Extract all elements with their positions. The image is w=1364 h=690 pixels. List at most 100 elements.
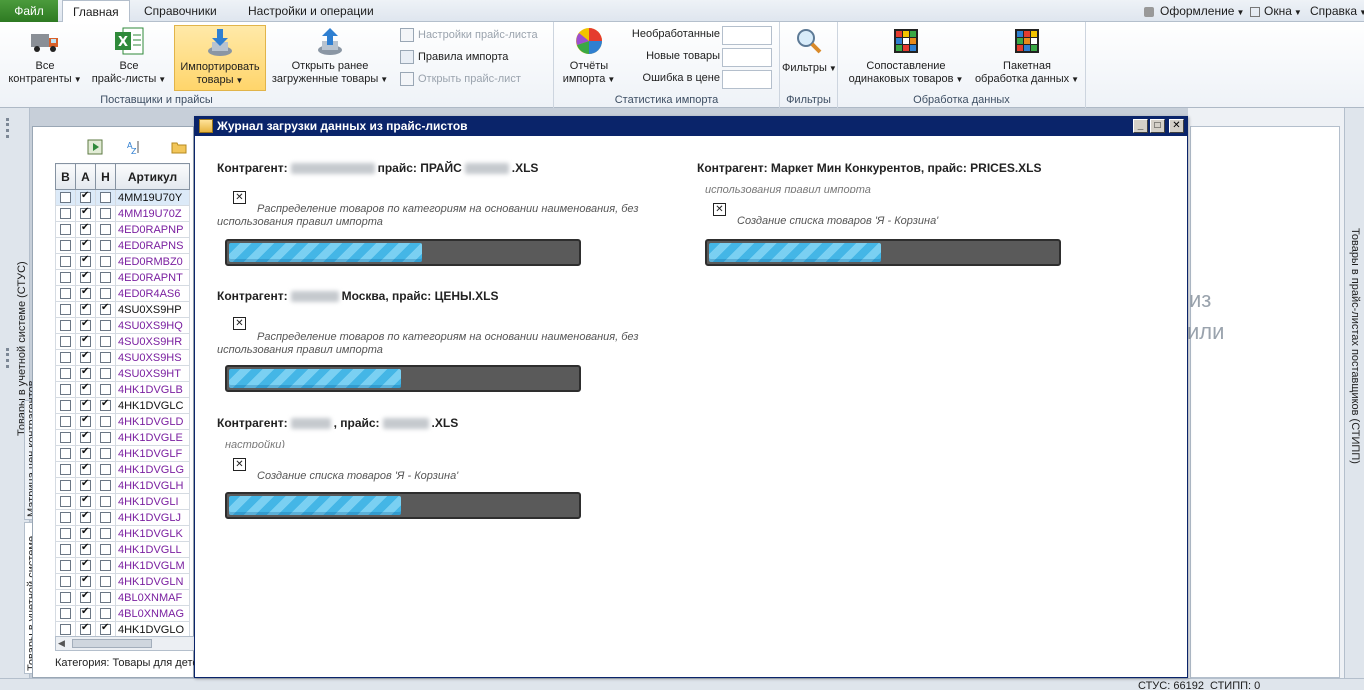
design-menu[interactable]: Оформление ▼ <box>1144 0 1244 22</box>
checkbox-a[interactable] <box>80 558 91 572</box>
stop-icon[interactable]: ✕ <box>233 317 246 330</box>
checkbox-b[interactable] <box>60 512 71 524</box>
table-row[interactable]: 4ED0RAPNT <box>55 269 190 286</box>
checkbox-n[interactable] <box>100 302 111 316</box>
price-list-settings-button[interactable]: Настройки прайс-листа <box>400 26 538 44</box>
table-row[interactable]: 4ED0RMBZ0 <box>55 253 190 270</box>
checkbox-n[interactable] <box>100 192 111 204</box>
checkbox-b[interactable] <box>60 464 71 476</box>
col-header-n[interactable]: Н <box>95 163 116 190</box>
checkbox-b[interactable] <box>60 384 71 396</box>
checkbox-n[interactable] <box>100 608 111 620</box>
table-row[interactable]: 4SU0XS9HT <box>55 365 190 382</box>
minimize-button[interactable]: _ <box>1133 119 1148 133</box>
table-row[interactable]: 4ED0RAPNP <box>55 221 190 238</box>
table-row[interactable]: 4HK1DVGLE <box>55 429 190 446</box>
import-rules-button[interactable]: Правила импорта <box>400 48 508 66</box>
table-row[interactable]: 4HK1DVGLN <box>55 573 190 590</box>
checkbox-b[interactable] <box>60 208 71 220</box>
stop-icon[interactable]: ✕ <box>233 458 246 471</box>
checkbox-b[interactable] <box>60 608 71 620</box>
all-contractors-button[interactable]: Все контрагенты ▼ <box>6 25 84 91</box>
checkbox-a[interactable] <box>80 366 91 380</box>
tab-file[interactable]: Файл <box>0 0 58 22</box>
checkbox-a[interactable] <box>80 350 91 364</box>
checkbox-a[interactable] <box>80 462 91 476</box>
checkbox-n[interactable] <box>100 224 111 236</box>
checkbox-n[interactable] <box>100 336 111 348</box>
checkbox-a[interactable] <box>80 254 91 268</box>
table-row[interactable]: 4MM19U70Z <box>55 205 190 222</box>
checkbox-n[interactable] <box>100 384 111 396</box>
sort-icon[interactable]: AZ <box>125 139 141 156</box>
filters-button[interactable]: Фильтры ▼ <box>782 25 837 91</box>
checkbox-b[interactable] <box>60 352 71 364</box>
table-row[interactable]: 4BL0XNMAG <box>55 605 190 622</box>
checkbox-b[interactable] <box>60 368 71 380</box>
checkbox-n[interactable] <box>100 528 111 540</box>
play-icon[interactable] <box>87 139 103 155</box>
checkbox-b[interactable] <box>60 528 71 540</box>
tab-references[interactable]: Справочники <box>134 0 227 22</box>
checkbox-a[interactable] <box>80 398 91 412</box>
checkbox-b[interactable] <box>60 224 71 236</box>
checkbox-n[interactable] <box>100 560 111 572</box>
checkbox-a[interactable] <box>80 446 91 460</box>
checkbox-a[interactable] <box>80 478 91 492</box>
checkbox-b[interactable] <box>60 336 71 348</box>
checkbox-b[interactable] <box>60 480 71 492</box>
col-header-b[interactable]: В <box>55 163 76 190</box>
table-row[interactable]: 4HK1DVGLH <box>55 477 190 494</box>
checkbox-a[interactable] <box>80 190 91 204</box>
open-price-list-button[interactable]: Открыть прайс-лист <box>400 70 521 88</box>
checkbox-b[interactable] <box>60 592 71 604</box>
checkbox-a[interactable] <box>80 382 91 396</box>
checkbox-n[interactable] <box>100 398 111 412</box>
checkbox-a[interactable] <box>80 318 91 332</box>
checkbox-a[interactable] <box>80 302 91 316</box>
checkbox-a[interactable] <box>80 622 91 636</box>
open-previously-loaded-button[interactable]: Открыть ранее загруженные товары ▼ <box>268 25 392 91</box>
table-row[interactable]: 4HK1DVGLD <box>55 413 190 430</box>
maximize-button[interactable]: □ <box>1150 119 1165 133</box>
table-row[interactable]: 4ED0R4AS6 <box>55 285 190 302</box>
table-row[interactable]: 4HK1DVGLC <box>55 397 190 414</box>
checkbox-b[interactable] <box>60 320 71 332</box>
scroll-left-icon[interactable]: ◀ <box>58 638 65 649</box>
checkbox-a[interactable] <box>80 590 91 604</box>
checkbox-n[interactable] <box>100 622 111 636</box>
col-header-a[interactable]: А <box>75 163 96 190</box>
checkbox-n[interactable] <box>100 256 111 268</box>
table-row[interactable]: 4HK1DVGLL <box>55 541 190 558</box>
checkbox-a[interactable] <box>80 574 91 588</box>
import-reports-button[interactable]: Отчёты импорта ▼ <box>558 25 620 91</box>
table-row[interactable]: 4HK1DVGLM <box>55 557 190 574</box>
checkbox-a[interactable] <box>80 238 91 252</box>
import-goods-button[interactable]: Импортировать товары ▼ <box>174 25 266 91</box>
checkbox-a[interactable] <box>80 334 91 348</box>
stop-icon[interactable]: ✕ <box>713 203 726 216</box>
horizontal-scrollbar[interactable]: ◀ <box>55 636 195 651</box>
help-menu[interactable]: Справка ▼ <box>1310 0 1364 22</box>
checkbox-b[interactable] <box>60 256 71 268</box>
checkbox-b[interactable] <box>60 624 71 636</box>
checkbox-a[interactable] <box>80 270 91 284</box>
checkbox-n[interactable] <box>100 592 111 604</box>
tab-home[interactable]: Главная <box>62 0 130 23</box>
checkbox-a[interactable] <box>80 526 91 540</box>
checkbox-b[interactable] <box>60 304 71 316</box>
checkbox-b[interactable] <box>60 192 71 204</box>
checkbox-a[interactable] <box>80 286 91 300</box>
checkbox-b[interactable] <box>60 416 71 428</box>
checkbox-b[interactable] <box>60 400 71 412</box>
checkbox-n[interactable] <box>100 352 111 364</box>
checkbox-a[interactable] <box>80 430 91 444</box>
table-row[interactable]: 4SU0XS9HS <box>55 349 190 366</box>
checkbox-n[interactable] <box>100 496 111 508</box>
checkbox-n[interactable] <box>100 464 111 476</box>
dialog-titlebar[interactable]: Журнал загрузки данных из прайс-листов _… <box>195 117 1187 136</box>
checkbox-n[interactable] <box>100 272 111 284</box>
checkbox-a[interactable] <box>80 606 91 620</box>
checkbox-a[interactable] <box>80 510 91 524</box>
table-row[interactable]: 4SU0XS9HP <box>55 301 190 318</box>
